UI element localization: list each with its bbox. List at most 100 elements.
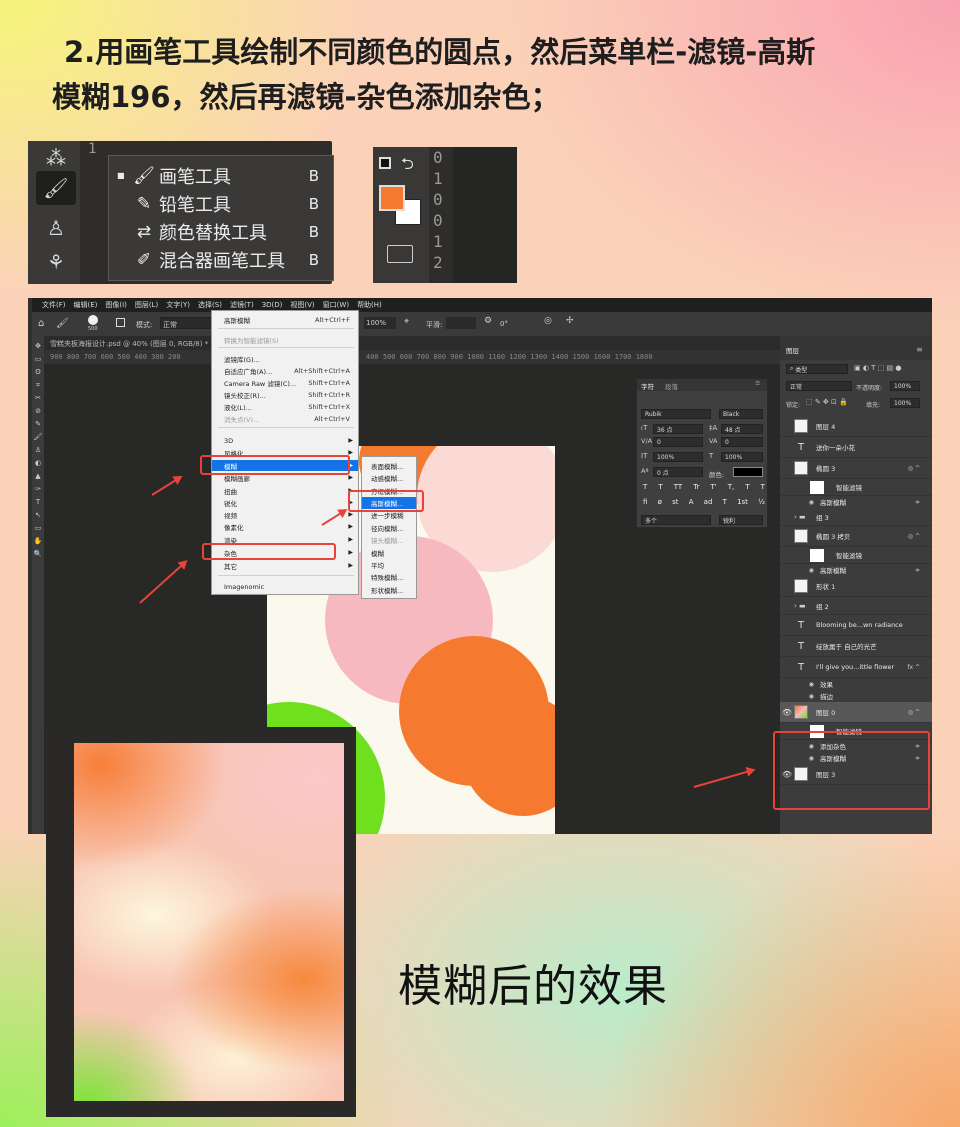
tab-character[interactable]: 字符 <box>641 381 654 391</box>
layer-row[interactable]: › ▬ 组 3 <box>780 508 932 526</box>
menu-0[interactable]: 文件(F) <box>42 300 66 310</box>
layer-row[interactable]: 形状 1 <box>780 576 932 597</box>
tab-paragraph[interactable]: 段落 <box>665 381 678 391</box>
layer-badge-icon[interactable]: ≑ <box>915 567 920 574</box>
blur-menu-item[interactable]: 特殊模糊... <box>362 572 416 584</box>
type-button[interactable]: Tr <box>693 483 699 491</box>
filter-menu-item[interactable]: 像素化 ▶ <box>212 521 358 532</box>
gear-icon[interactable]: ⚙ <box>484 316 492 326</box>
menu-3[interactable]: 图层(L) <box>135 300 158 310</box>
quick-mask-icon[interactable] <box>387 245 413 263</box>
menu-10[interactable]: 帮助(H) <box>357 300 382 310</box>
opentype-buttons[interactable]: fi ø st Aad T 1st ½ <box>643 498 765 506</box>
vertical-scale-field[interactable]: 100% <box>653 452 703 462</box>
panel-menu-icon[interactable]: ≡ <box>755 379 760 387</box>
brush-tool-icon[interactable]: 🖌 <box>36 171 76 205</box>
type-button[interactable]: 1st <box>737 498 748 506</box>
filter-eye-icon[interactable]: ◉ <box>794 681 814 688</box>
history-brush-icon[interactable]: ⚘ <box>36 245 76 279</box>
menu-9[interactable]: 窗口(W) <box>323 300 349 310</box>
blur-menu-item[interactable]: 动感模糊... <box>362 472 416 484</box>
filter-menu-item[interactable]: 滤镜库(G)... <box>212 353 358 364</box>
angle-value[interactable]: 0° <box>500 320 508 328</box>
filter-menu-item[interactable]: Imagenomic <box>212 581 358 592</box>
layer-row[interactable]: 👁 图层 0 ◎ ^ <box>780 702 932 723</box>
layer-row[interactable]: T 绽放属于 自己的光芒 <box>780 636 932 657</box>
filter-icons[interactable]: ▣ ◐ T ⬚ ▤ ● <box>854 364 901 372</box>
tool-icons[interactable]: ✥ ▭ ʘ ⌗ ✂ ⊘ ✎ 🖌 ♙ ◐ ▲ ✑ T ↖ ▭ ✋ 🔍 <box>32 336 44 561</box>
filter-eye-icon[interactable]: ◉ <box>794 567 814 574</box>
layer-row[interactable]: 智能滤镜 <box>780 479 932 496</box>
blur-menu-item[interactable]: 径向模糊... <box>362 522 416 534</box>
layer-filter-select[interactable]: ⌕ 类型 <box>786 364 848 374</box>
kerning-field[interactable]: 0 <box>653 437 703 447</box>
layer-row[interactable]: T I'll give you...ittle flower fx ^ <box>780 657 932 678</box>
layer-row[interactable]: ◉ 描边 <box>780 690 932 702</box>
layer-row[interactable]: › ▬ 组 2 <box>780 597 932 615</box>
layer-badge-icon[interactable]: ◎ ^ <box>908 533 920 540</box>
type-button[interactable]: T, <box>728 483 735 491</box>
type-button[interactable]: fi <box>643 498 647 506</box>
pressure-icon[interactable]: ◎ <box>544 316 552 326</box>
type-button[interactable]: A <box>689 498 694 506</box>
filter-menu-item[interactable]: 3D ▶ <box>212 435 358 446</box>
panel-menu-icon[interactable]: ≡ <box>916 345 923 354</box>
language-select[interactable]: 多个 <box>641 515 711 525</box>
blur-menu-item[interactable]: 形状模糊... <box>362 584 416 596</box>
filter-menu-item[interactable]: 自适应广角(A)... Alt+Shift+Ctrl+A <box>212 365 358 376</box>
foreground-color-swatch[interactable] <box>379 185 405 211</box>
eye-icon[interactable]: 👁 <box>780 708 794 717</box>
menu-8[interactable]: 视图(V) <box>290 300 314 310</box>
text-color-swatch[interactable] <box>733 467 763 477</box>
antialias-select[interactable]: 锐利 <box>719 515 763 525</box>
menu-7[interactable]: 3D(D) <box>262 301 283 309</box>
type-button[interactable]: T' <box>710 483 716 491</box>
font-style-select[interactable]: Black <box>719 409 763 419</box>
horizontal-scale-field[interactable]: 100% <box>721 452 763 462</box>
layer-badge-icon[interactable]: fx ^ <box>907 664 920 671</box>
leading-field[interactable]: 48 点 <box>721 424 763 434</box>
filter-menu-item[interactable]: 扭曲 ▶ <box>212 485 358 496</box>
menu-5[interactable]: 选择(S) <box>198 300 222 310</box>
font-size-field[interactable]: 36 点 <box>653 424 703 434</box>
layer-row[interactable]: ◉ 高斯模糊 ≑ <box>780 496 932 508</box>
filter-menu-item[interactable]: 转换为智能滤镜(S) <box>212 334 358 345</box>
menu-1[interactable]: 编辑(E) <box>74 300 98 310</box>
filter-menu-item[interactable]: 锐化 ▶ <box>212 497 358 508</box>
type-style-buttons[interactable]: T T TT Tr T' T, T T <box>643 483 765 491</box>
type-button[interactable]: st <box>672 498 678 506</box>
flow-value[interactable]: 100% <box>364 317 396 329</box>
blend-mode-select[interactable]: 正常 <box>786 381 852 391</box>
tab-layers[interactable]: 图层 <box>786 345 799 355</box>
brush-size-dot[interactable] <box>88 315 98 325</box>
type-button[interactable]: T <box>723 498 727 506</box>
type-button[interactable]: T <box>761 483 765 491</box>
filter-menu-item[interactable]: 其它 ▶ <box>212 560 358 571</box>
layer-row[interactable]: 椭圆 3 ◎ ^ <box>780 458 932 479</box>
menu-2[interactable]: 图像(I) <box>105 300 127 310</box>
blur-menu-item[interactable]: 模糊 <box>362 547 416 559</box>
type-button[interactable]: T <box>643 483 647 491</box>
layer-row[interactable]: T 送你一朵小花 <box>780 437 932 458</box>
baseline-field[interactable]: 0 点 <box>653 467 703 477</box>
layer-badge-icon[interactable]: ◎ ^ <box>908 709 920 716</box>
filter-eye-icon[interactable]: ◉ <box>794 499 814 506</box>
brush-panel-icon[interactable] <box>116 318 125 327</box>
menu-6[interactable]: 滤镜(T) <box>230 300 254 310</box>
filter-menu-item[interactable]: 液化(L)... Shift+Ctrl+X <box>212 401 358 412</box>
clone-stamp-icon[interactable]: ♙ <box>36 211 76 245</box>
blur-menu-item[interactable]: 镜头模糊... <box>362 534 416 546</box>
font-family-select[interactable]: Rubik <box>641 409 711 419</box>
type-button[interactable]: ø <box>658 498 662 506</box>
filter-menu-item[interactable]: 高斯模糊 Alt+Ctrl+F <box>212 314 358 325</box>
menu-item-mixer-brush[interactable]: ✐ 混合器画笔工具 B <box>109 246 333 273</box>
menu-item-pencil[interactable]: ✎ 铅笔工具 B <box>109 190 333 217</box>
airbrush-icon[interactable]: ⌖ <box>404 317 409 327</box>
layer-row[interactable]: 智能滤镜 <box>780 547 932 564</box>
home-icon[interactable]: ⌂ <box>38 318 44 329</box>
brush-preset-icon[interactable]: 🖌 <box>56 318 69 329</box>
layer-badge-icon[interactable]: ◎ ^ <box>908 465 920 472</box>
filter-menu-item[interactable]: 消失点(V)... Alt+Ctrl+V <box>212 413 358 424</box>
layer-row[interactable]: T Blooming be...wn radiance <box>780 615 932 636</box>
stamp-top-icon[interactable]: ⁂ <box>36 141 76 175</box>
